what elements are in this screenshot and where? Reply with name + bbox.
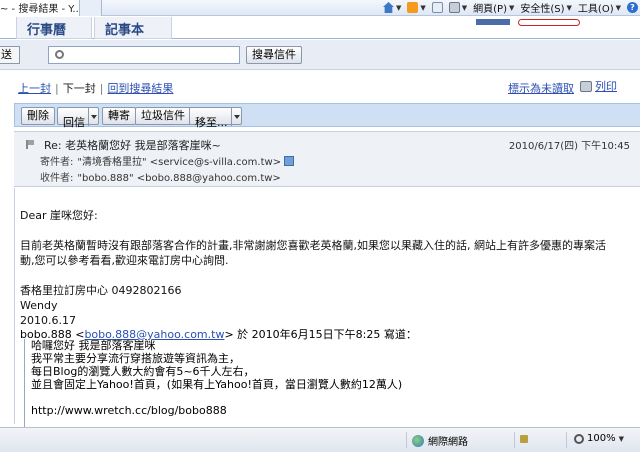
help-icon: ? [627, 2, 638, 13]
send-button[interactable]: 送 [0, 46, 20, 64]
home-button[interactable]: ▼ [382, 2, 401, 13]
zoom-control[interactable]: 100% ▼ [574, 433, 624, 444]
printer-icon [580, 80, 592, 92]
quoted-message: 哈囉您好 我是部落客崖咪 我平常主要分享流行穿搭旅遊等資訊為主， 每日Blog的… [24, 339, 636, 429]
security-zone[interactable]: 網際網路 [412, 433, 468, 448]
next-message-link[interactable]: 下一封 [63, 82, 96, 95]
print-link[interactable]: 列印 [580, 78, 617, 94]
flag-icon[interactable] [26, 140, 34, 149]
search-input[interactable] [69, 48, 237, 62]
add-contact-icon[interactable] [284, 156, 295, 166]
signature-line: 香格里拉訂房中心 0492802166 [20, 284, 182, 297]
quote-line: http://www.wretch.cc/blog/bobo888 [31, 404, 227, 417]
tab-notepad[interactable]: 記事本 [94, 17, 172, 39]
quote-line: 哈囉您好 我是部落客崖咪 [31, 339, 156, 352]
mail-button[interactable] [431, 2, 443, 13]
message-actions: 刪除 回信 轉寄 垃圾信件 移至... [14, 103, 640, 129]
back-to-results-link[interactable]: 回到搜尋結果 [107, 82, 173, 95]
quote-line: 我平常主要分享流行穿搭旅遊等資訊為主， [31, 352, 240, 365]
zoom-icon [574, 433, 584, 444]
print-button[interactable]: ▼ [448, 2, 467, 13]
from-address: "清境香格里拉" <service@s-villa.com.tw> [77, 157, 282, 168]
divider: | [99, 82, 104, 95]
chevron-down-icon[interactable] [230, 108, 241, 126]
header-link[interactable] [476, 19, 510, 25]
new-tab-button[interactable] [80, 0, 102, 16]
move-to-button[interactable]: 移至... [189, 107, 242, 129]
from-label: 寄件者: [40, 157, 74, 168]
search-field[interactable] [48, 46, 240, 64]
message-body: Dear 崖咪您好: 目前老英格蘭暫時沒有跟部落客合作的計畫,非常謝謝您喜歡老英… [14, 188, 640, 429]
prev-message-link[interactable]: 上一封 [18, 82, 51, 95]
quote-line: 並且會固定上Yahoo!首頁，(如果有上Yahoo!首頁，當日瀏覽人數約12萬人… [31, 378, 403, 391]
quote-line: 每日Blog的瀏覽人數大約會有5~6千人左右， [31, 365, 255, 378]
mark-unread-link[interactable]: 標示為未讀取 [508, 80, 574, 96]
to-label: 收件者: [40, 173, 74, 184]
delete-button[interactable]: 刪除 [21, 107, 55, 125]
home-icon [382, 2, 394, 13]
mail-app-header: 行事曆 記事本 [0, 17, 640, 39]
globe-icon [412, 434, 424, 447]
divider [566, 432, 567, 448]
feeds-button[interactable]: ▼ [407, 2, 426, 13]
search-icon [55, 50, 64, 59]
message-date: 2010/6/17(四) 下午10:45 [508, 141, 630, 152]
from-line: 寄件者: "清境香格里拉" <service@s-villa.com.tw> [40, 153, 295, 168]
help-button[interactable]: ? [627, 2, 638, 13]
header-links [476, 19, 580, 26]
message-subject: Re: 老英格蘭您好 我是部落客崖咪~ [44, 139, 221, 152]
tab-calendar[interactable]: 行事曆 [16, 17, 92, 39]
chevron-down-icon[interactable] [88, 108, 98, 126]
status-bar: 網際網路 100% ▼ [0, 427, 640, 452]
quote-line [31, 391, 636, 404]
divider [514, 432, 515, 448]
message-header: Re: 老英格蘭您好 我是部落客崖咪~ 2010/6/17(四) 下午10:45… [14, 131, 640, 187]
printer-icon [448, 2, 460, 13]
search-bar: 送 搜尋信件 [0, 40, 640, 70]
page-menu[interactable]: 網頁(P) ▼ [473, 0, 514, 16]
signature-line: Wendy [20, 299, 58, 312]
body-paragraph: 目前老英格蘭暫時沒有跟部落客合作的計畫,非常謝謝您喜歡老英格蘭,如果您以果藏入住… [20, 239, 606, 252]
search-mail-button[interactable]: 搜尋信件 [246, 46, 302, 64]
divider [406, 432, 407, 448]
browser-tab[interactable]: ~ - 搜尋結果 - Y... [0, 0, 80, 16]
reply-button[interactable]: 回信 [57, 107, 99, 129]
protected-mode-icon [520, 435, 528, 443]
body-paragraph: 動,您可以參考看看,歡迎來電訂房中心詢問. [20, 254, 229, 267]
rss-icon [407, 2, 419, 13]
safety-menu[interactable]: 安全性(S) ▼ [520, 0, 572, 16]
forward-button[interactable]: 轉寄 [102, 107, 136, 125]
message-nav: 上一封 | 下一封 | 回到搜尋結果 標示為未讀取 列印 [0, 71, 640, 99]
mail-icon [431, 2, 443, 13]
spam-button[interactable]: 垃圾信件 [135, 107, 191, 125]
browser-command-bar: ▼ ▼ ▼ 網頁(P) ▼ 安全性(S) ▼ 工具(O) ▼ ? [382, 0, 640, 16]
greeting: Dear 崖咪您好: [20, 209, 98, 222]
to-line: 收件者: "bobo.888" <bobo.888@yahoo.com.tw> [40, 169, 281, 184]
divider: | [55, 82, 59, 95]
tools-menu[interactable]: 工具(O) ▼ [578, 0, 621, 16]
header-promo-badge[interactable] [518, 19, 580, 26]
to-address: "bobo.888" <bobo.888@yahoo.com.tw> [77, 173, 281, 184]
browser-toolbar: ~ - 搜尋結果 - Y... ▼ ▼ ▼ 網頁(P) ▼ 安全性(S) ▼ 工具(… [0, 0, 640, 16]
